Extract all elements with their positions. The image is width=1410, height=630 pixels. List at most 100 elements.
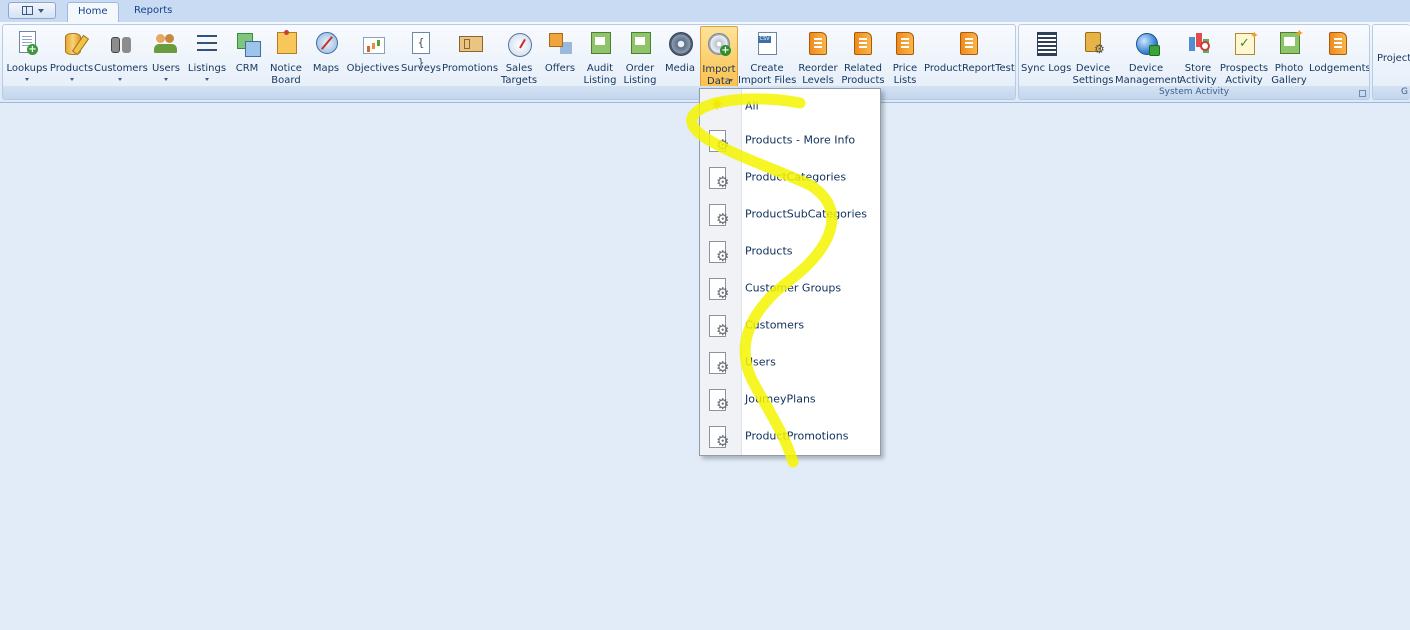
project-button[interactable]: Project xyxy=(1373,26,1410,88)
price-lists-button[interactable]: Price Lists xyxy=(886,26,924,88)
device-settings-label: Device Settings xyxy=(1072,63,1114,86)
system-activity-group-label: System Activity xyxy=(1019,86,1369,99)
menu-item-label: JourneyPlans xyxy=(745,392,816,405)
maps-icon xyxy=(312,29,340,57)
menu-item-all[interactable]: ✷ All xyxy=(700,91,880,121)
related-products-button[interactable]: Related Products xyxy=(840,26,886,88)
objectives-button[interactable]: Objectives xyxy=(346,26,400,88)
listings-label: Listings xyxy=(187,63,227,74)
lookups-button[interactable]: + Lookups xyxy=(5,26,49,88)
objectives-icon xyxy=(359,29,387,57)
ribbon-group-system-activity: Sync Logs DeviceSettings DeviceManagemen… xyxy=(1018,24,1370,100)
gear-document-icon xyxy=(709,315,729,338)
sales-targets-button[interactable]: Sales Targets xyxy=(498,26,540,88)
lodgements-button[interactable]: Lodgements xyxy=(1309,26,1370,88)
products-label: Products xyxy=(49,63,94,74)
price-lists-label: Price Lists xyxy=(892,63,918,86)
menu-item-users[interactable]: Users xyxy=(700,343,880,380)
menu-item-label: Users xyxy=(745,355,776,368)
notice-board-button[interactable]: Notice Board xyxy=(266,26,306,88)
store-activity-icon xyxy=(1184,29,1212,57)
device-settings-icon xyxy=(1079,29,1107,57)
gear-document-icon xyxy=(709,278,729,301)
menu-item-label: ProductCategories xyxy=(745,170,847,183)
sync-logs-button[interactable]: Sync Logs xyxy=(1021,26,1071,88)
menu-item-label: Products xyxy=(745,244,793,257)
menu-item-product-categories[interactable]: ProductCategories xyxy=(700,158,880,195)
order-listing-icon xyxy=(626,29,654,57)
device-management-label: Device Management xyxy=(1115,63,1181,86)
surveys-label: Surveys xyxy=(401,63,441,74)
menu-item-customer-groups[interactable]: Customer Groups xyxy=(700,269,880,306)
device-management-icon xyxy=(1132,29,1160,57)
tab-reports[interactable]: Reports xyxy=(124,2,182,22)
menu-item-label: All xyxy=(745,99,759,113)
gear-document-icon xyxy=(709,426,729,449)
tab-home[interactable]: Home xyxy=(67,2,119,23)
device-management-button[interactable]: Device Management xyxy=(1115,26,1181,88)
gear-document-icon xyxy=(709,389,729,412)
store-activity-button[interactable]: Store Activity xyxy=(1177,26,1219,88)
menu-item-products[interactable]: Products xyxy=(700,232,880,269)
media-button[interactable]: Media xyxy=(660,26,700,88)
listings-icon xyxy=(193,29,221,57)
lookups-icon: + xyxy=(13,29,41,57)
menu-item-products-more-info[interactable]: Products - More Info xyxy=(700,121,880,158)
sales-targets-label: Sales Targets xyxy=(500,63,538,86)
import-data-button[interactable]: + Import Data xyxy=(700,26,738,88)
application-menu-button[interactable] xyxy=(8,2,56,19)
products-icon xyxy=(58,29,89,57)
import-data-icon: + xyxy=(705,30,733,58)
chevron-down-icon xyxy=(38,9,44,13)
reorder-levels-button[interactable]: Reorder Levels xyxy=(796,26,840,88)
notice-board-icon xyxy=(272,29,300,57)
price-lists-icon xyxy=(891,29,919,57)
surveys-icon: { } xyxy=(407,29,435,69)
offers-icon xyxy=(546,29,574,57)
photo-gallery-label: Photo Gallery xyxy=(1271,63,1307,86)
customers-label: Customers xyxy=(94,63,148,74)
prospects-activity-icon xyxy=(1230,29,1259,57)
chevron-down-icon xyxy=(25,78,29,81)
maps-button[interactable]: Maps xyxy=(306,26,346,88)
menu-item-label: ProductSubCategories xyxy=(745,207,867,220)
product-report-test-button[interactable]: ProductReportTest xyxy=(924,26,1015,88)
import-data-menu: ✷ All Products - More Info ProductCatego… xyxy=(699,88,881,456)
ribbon-group-project: Project G xyxy=(1372,24,1410,100)
gear-document-icon xyxy=(709,167,729,190)
group-launcher-icon[interactable] xyxy=(1359,90,1366,97)
store-activity-label: Store Activity xyxy=(1179,63,1217,86)
audit-listing-button[interactable]: Audit Listing xyxy=(580,26,620,88)
audit-listing-label: Audit Listing xyxy=(583,63,617,86)
surveys-button[interactable]: { } Surveys xyxy=(400,26,442,88)
customers-icon xyxy=(106,29,134,57)
promotions-button[interactable]: Promotions xyxy=(442,26,498,88)
photo-gallery-button[interactable]: PhotoGallery xyxy=(1269,26,1309,88)
chevron-down-icon xyxy=(729,79,733,82)
users-icon xyxy=(152,29,180,57)
crm-button[interactable]: CRM xyxy=(228,26,266,88)
chevron-down-icon xyxy=(118,78,122,81)
project-label: Project xyxy=(1377,53,1410,64)
create-import-files-button[interactable]: CreateImport Files xyxy=(738,26,796,88)
offers-button[interactable]: Offers xyxy=(540,26,580,88)
menu-item-product-promotions[interactable]: ProductPromotions xyxy=(700,417,880,454)
tab-strip: Home Reports xyxy=(0,0,1410,23)
prospects-activity-label: Prospects Activity xyxy=(1219,63,1269,86)
crm-icon xyxy=(233,29,261,57)
product-report-test-label: ProductReportTest xyxy=(924,63,1015,74)
menu-item-product-sub-categories[interactable]: ProductSubCategories xyxy=(700,195,880,232)
prospects-activity-button[interactable]: ProspectsActivity xyxy=(1219,26,1269,88)
sync-logs-icon xyxy=(1032,29,1060,57)
device-settings-button[interactable]: DeviceSettings xyxy=(1071,26,1115,88)
users-button[interactable]: Users xyxy=(146,26,186,88)
menu-item-customers[interactable]: Customers xyxy=(700,306,880,343)
lodgements-label: Lodgements xyxy=(1309,63,1370,74)
menu-item-journey-plans[interactable]: JourneyPlans xyxy=(700,380,880,417)
burst-icon: ✷ xyxy=(710,95,725,115)
order-listing-button[interactable]: Order Listing xyxy=(620,26,660,88)
products-button[interactable]: Products xyxy=(49,26,94,88)
listings-button[interactable]: Listings xyxy=(186,26,228,88)
customers-button[interactable]: Customers xyxy=(94,26,148,88)
create-import-files-label: Create Import Files xyxy=(738,63,797,86)
